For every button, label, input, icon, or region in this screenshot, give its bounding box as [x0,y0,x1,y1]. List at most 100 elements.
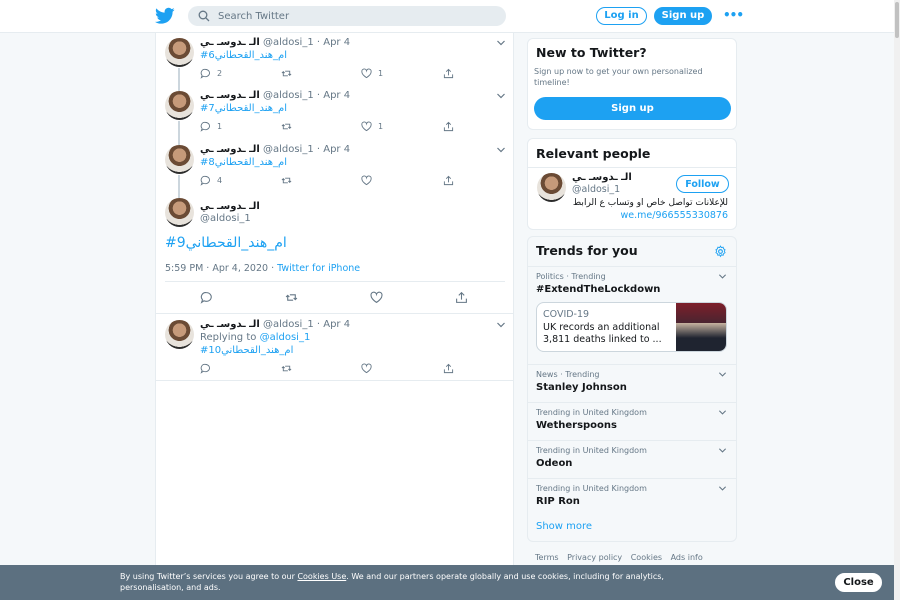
cookies-use-link[interactable]: Cookies Use [297,572,346,581]
avatar[interactable] [165,38,194,67]
close-cookie-button[interactable]: Close [835,573,882,592]
user-handle[interactable]: @aldosi_1 [572,184,620,195]
trend-name[interactable]: Odeon [536,458,572,469]
avatar[interactable] [165,145,194,174]
chevron-down-icon[interactable] [718,272,727,281]
chevron-down-icon[interactable] [496,320,506,330]
avatar[interactable] [165,91,194,120]
trend-name[interactable]: Stanley Johnson [536,382,627,393]
reply-button[interactable]: 4 [200,174,222,186]
tweet-date[interactable]: Apr 4 [323,90,350,101]
replying-to: Replying to @aldosi_1 [200,332,310,343]
avatar[interactable] [165,320,194,349]
trend-name[interactable]: RIP Ron [536,496,580,507]
follow-button[interactable]: Follow [676,175,729,193]
user-handle[interactable]: @aldosi_1 [200,213,251,224]
search-input[interactable] [218,8,498,24]
retweet-button[interactable] [281,362,292,374]
bio-link[interactable]: we.me/966555330876 [621,210,728,221]
avatar[interactable] [165,198,194,227]
news-image[interactable] [676,303,726,351]
thread-line [178,68,180,86]
avatar[interactable] [537,173,566,202]
footer-link-cookies[interactable]: Cookies [631,553,662,562]
scrollbar[interactable] [894,0,900,600]
user-name[interactable]: الـ ـدوسـ ـي [200,144,260,155]
user-name[interactable]: الـ ـدوسـ ـي [200,319,260,330]
tweet-date[interactable]: Apr 4 [323,319,350,330]
gear-icon[interactable] [714,245,727,258]
tweet-date[interactable]: Apr 4 [323,144,350,155]
trend-item[interactable]: News · Trending Stanley Johnson [528,364,736,402]
trend-name[interactable]: #ExtendTheLockdown [536,284,660,295]
user-name[interactable]: الـ ـدوسـ ـي [572,172,632,183]
like-button[interactable]: 1 [361,120,383,132]
tweet-text[interactable]: #ام_هند_القحطاني8 [200,157,287,168]
replying-to-link[interactable]: @aldosi_1 [260,332,311,343]
share-button[interactable] [455,291,468,303]
chevron-down-icon[interactable] [718,370,727,379]
reply-button[interactable]: 1 [200,120,222,132]
share-button[interactable] [443,174,454,186]
share-button[interactable] [443,120,454,132]
tweet-text[interactable]: #ام_هند_القحطاني6 [200,50,287,61]
user-name[interactable]: الـ ـدوسـ ـي [200,201,260,212]
sidebar-signup-button[interactable]: Sign up [534,97,731,120]
tweet-meta: 5:59 PM · Apr 4, 2020 · Twitter for iPho… [165,263,361,274]
like-button[interactable] [361,174,378,186]
tweet[interactable]: الـ ـدوسـ ـي @aldosi_1 · Apr 4 #ام_هند_ا… [156,140,513,193]
user-handle[interactable]: @aldosi_1 [263,144,314,155]
show-more-link[interactable]: Show more [536,521,592,532]
chevron-down-icon[interactable] [496,145,506,155]
tweet-timestamp[interactable]: 5:59 PM · Apr 4, 2020 [165,263,268,274]
user-name[interactable]: الـ ـدوسـ ـي [200,37,260,48]
like-button[interactable] [370,291,383,303]
tweet-text[interactable]: #ام_هند_القحطاني10 [200,345,293,356]
news-card[interactable]: COVID-19 UK records an additional 3,811 … [536,302,727,352]
retweet-button[interactable] [281,67,298,79]
reply-button[interactable]: 2 [200,67,222,79]
footer-link-privacy[interactable]: Privacy policy [567,553,622,562]
trend-item[interactable]: Trending in United Kingdom Odeon [528,440,736,478]
retweet-button[interactable] [285,291,298,303]
trend-name[interactable]: Wetherspoons [536,420,617,431]
trend-item[interactable]: Politics · Trending #ExtendTheLockdown C… [528,266,736,364]
user-handle[interactable]: @aldosi_1 [263,90,314,101]
retweet-button[interactable] [281,174,298,186]
chevron-down-icon[interactable] [718,446,727,455]
reply-button[interactable] [200,362,211,374]
tweet[interactable]: الـ ـدوسـ ـي @aldosi_1 · Apr 4 Replying … [156,315,513,381]
chevron-down-icon[interactable] [496,38,506,48]
login-button[interactable]: Log in [596,7,647,25]
news-headline[interactable]: UK records an additional 3,811 deaths li… [543,322,671,346]
user-handle[interactable]: @aldosi_1 [263,319,314,330]
tweet-date[interactable]: Apr 4 [323,37,350,48]
share-button[interactable] [443,67,454,79]
search-box[interactable] [188,6,506,26]
share-button[interactable] [443,362,454,374]
chevron-down-icon[interactable] [496,91,506,101]
chevron-down-icon[interactable] [718,408,727,417]
reply-button[interactable] [200,291,213,304]
retweet-button[interactable] [281,120,298,132]
footer-link-ads[interactable]: Ads info [671,553,703,562]
scrollbar-thumb[interactable] [895,2,899,38]
user-name[interactable]: الـ ـدوسـ ـي [200,90,260,101]
like-button[interactable] [361,362,372,374]
more-options-icon[interactable]: ••• [723,8,744,22]
trend-item[interactable]: Trending in United Kingdom Wetherspoons [528,402,736,440]
trend-item[interactable]: Trending in United Kingdom RIP Ron [528,478,736,516]
like-button[interactable]: 1 [361,67,383,79]
tweet-text[interactable]: #ام_هند_القحطاني9 [165,235,287,251]
user-handle[interactable]: @aldosi_1 [263,37,314,48]
tweet[interactable]: الـ ـدوسـ ـي @aldosi_1 · Apr 4 #ام_هند_ا… [156,33,513,86]
search-icon [198,10,210,22]
tweet-text[interactable]: #ام_هند_القحطاني7 [200,103,287,114]
divider [528,167,736,168]
chevron-down-icon[interactable] [718,484,727,493]
twitter-bird-icon[interactable] [155,7,175,25]
footer-link-terms[interactable]: Terms [535,553,559,562]
tweet-source-link[interactable]: Twitter for iPhone [277,263,360,274]
signup-button[interactable]: Sign up [654,7,712,25]
tweet[interactable]: الـ ـدوسـ ـي @aldosi_1 · Apr 4 #ام_هند_ا… [156,86,513,140]
